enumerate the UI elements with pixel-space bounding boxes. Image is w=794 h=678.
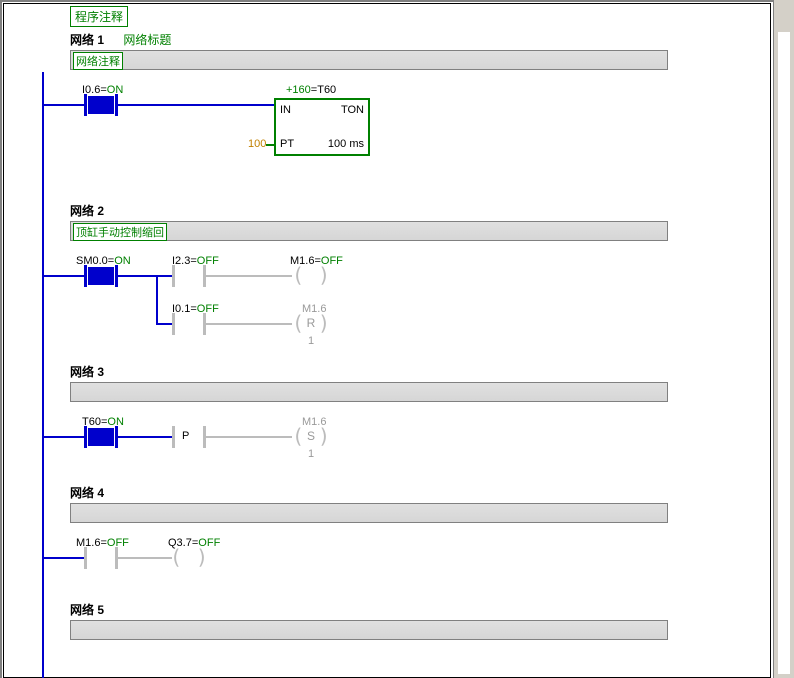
network-4-header[interactable]: 网络 4: [70, 484, 768, 501]
network-1-rung[interactable]: I0.6=ON +160=T60 INTON PT100 ms 100: [42, 70, 768, 200]
network-label: 网络 2: [70, 204, 104, 218]
network-2-header[interactable]: 网络 2: [70, 202, 768, 219]
network-1-header[interactable]: 网络 1 网络标题: [70, 31, 768, 48]
coil-count: 1: [308, 335, 314, 347]
program-comment[interactable]: 程序注释: [70, 6, 128, 27]
coil-q3-7[interactable]: (): [172, 547, 206, 569]
network-2-rung[interactable]: SM0.0=ON I2.3=OFF M1.6=OFF () I0.1=OFF: [42, 241, 768, 361]
timer-type: TON: [341, 104, 364, 116]
network-label: 网络 1: [70, 33, 104, 47]
network-comment[interactable]: 网络注释: [73, 52, 123, 70]
network-1-comment-bar[interactable]: 网络注释: [70, 50, 668, 70]
timer-in: IN: [280, 104, 291, 116]
timer-ton-block[interactable]: IN TON PT 100 ms: [274, 98, 370, 156]
network-3-rung[interactable]: T60=ON P M1.6 (S) 1: [42, 402, 768, 482]
network-2-comment-bar[interactable]: 顶缸手动控制缩回: [70, 221, 668, 241]
coil-m1-6[interactable]: (): [294, 265, 328, 287]
plc-ladder-editor: 程序注释 网络 1 网络标题 网络注释 I0.6=ON +160=T60: [0, 0, 794, 678]
network-label: 网络 5: [70, 603, 104, 617]
network-5-comment-bar[interactable]: [70, 620, 668, 640]
ladder-canvas[interactable]: 程序注释 网络 1 网络标题 网络注释 I0.6=ON +160=T60: [42, 2, 768, 678]
network-label: 网络 3: [70, 365, 104, 379]
timer-pt-value: 100: [248, 138, 266, 150]
contact-t60[interactable]: [84, 426, 118, 448]
network-4-comment-bar[interactable]: [70, 503, 668, 523]
coil-set-m1-6[interactable]: (S): [294, 426, 328, 448]
p-label: P: [182, 430, 189, 442]
contact-sm0-0[interactable]: [84, 265, 118, 287]
window-left-border: [0, 0, 2, 678]
contact-i2-3[interactable]: [172, 265, 206, 287]
network-label: 网络 4: [70, 486, 104, 500]
timer-top-label: +160=T60: [286, 84, 336, 96]
network-comment[interactable]: 顶缸手动控制缩回: [73, 223, 167, 241]
network-5-header[interactable]: 网络 5: [70, 601, 768, 618]
contact-m1-6[interactable]: [84, 547, 118, 569]
network-3-header[interactable]: 网络 3: [70, 363, 768, 380]
network-4-rung[interactable]: M1.6=OFF Q3.7=OFF (): [42, 523, 768, 599]
coil-count: 1: [308, 448, 314, 460]
network-title: 网络标题: [123, 33, 171, 47]
contact-i0-6[interactable]: [84, 94, 118, 116]
network-3-comment-bar[interactable]: [70, 382, 668, 402]
contact-i0-1[interactable]: [172, 313, 206, 335]
timer-pt-unit: 100 ms: [328, 138, 364, 150]
coil-reset-m1-6[interactable]: (R): [294, 313, 328, 335]
timer-pt: PT: [280, 138, 294, 150]
scrollbar-area[interactable]: [773, 0, 794, 678]
